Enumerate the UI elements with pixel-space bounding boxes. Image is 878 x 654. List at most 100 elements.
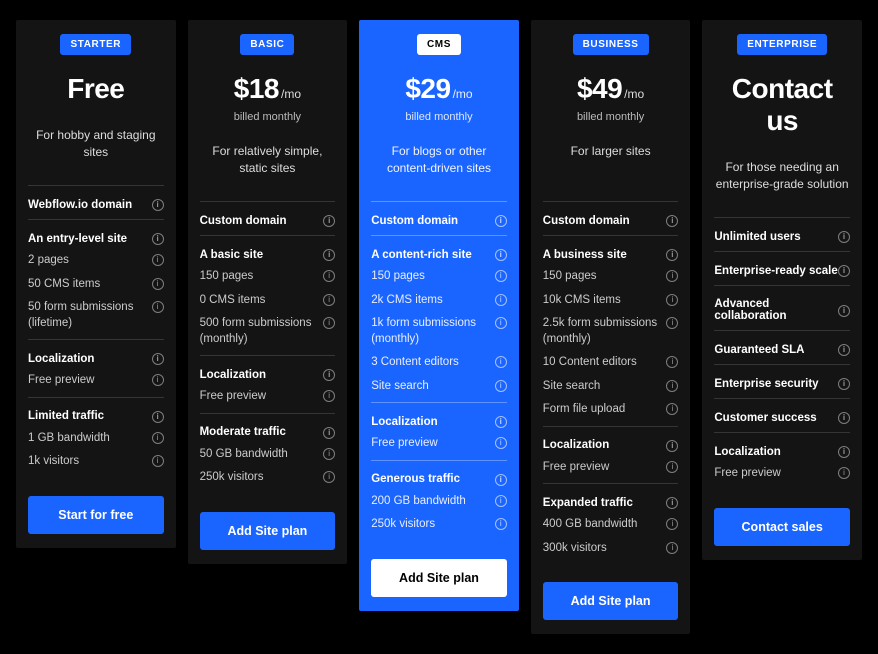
info-icon[interactable]: i xyxy=(666,380,678,392)
feature-group-title-text: Expanded traffic xyxy=(543,497,633,509)
info-icon[interactable]: i xyxy=(666,542,678,554)
feature-group-title: Localizationi xyxy=(371,411,507,432)
plan-badge: CMS xyxy=(417,34,461,55)
plan-card-cms: CMS$29/mobilled monthlyFor blogs or othe… xyxy=(359,20,519,611)
plan-price-line: Contact us xyxy=(714,73,850,137)
plan-badge: ENTERPRISE xyxy=(737,34,827,55)
feature-item: 250k visitorsi xyxy=(200,466,336,490)
feature-group-title-text: Webflow.io domain xyxy=(28,199,132,211)
plan-billed: billed monthly xyxy=(371,111,507,123)
info-icon[interactable]: i xyxy=(323,390,335,402)
info-icon[interactable]: i xyxy=(495,518,507,530)
feature-group-title: Localization i xyxy=(28,348,164,369)
info-icon[interactable]: i xyxy=(666,461,678,473)
info-icon[interactable]: i xyxy=(495,317,507,329)
feature-item-text: 150 pages xyxy=(371,269,425,285)
info-icon[interactable]: i xyxy=(152,432,164,444)
plan-price-line: Free xyxy=(28,73,164,105)
feature-group-title-text: Guaranteed SLA xyxy=(714,344,804,356)
feature-item: 200 GB bandwidthi xyxy=(371,490,507,514)
feature-group: LocalizationiFree previewi xyxy=(200,355,336,413)
info-icon[interactable]: i xyxy=(838,231,850,243)
feature-group-title-text: Localization xyxy=(200,369,266,381)
feature-group-title-text: Advanced collaboration xyxy=(714,298,838,322)
info-icon[interactable]: i xyxy=(495,416,507,428)
plan-cta-button[interactable]: Add Site plan xyxy=(200,512,336,550)
info-icon[interactable]: i xyxy=(152,455,164,467)
plan-cta-button[interactable]: Add Site plan xyxy=(371,559,507,597)
info-icon[interactable]: i xyxy=(495,380,507,392)
info-icon[interactable]: i xyxy=(323,448,335,460)
feature-group-title: Custom domaini xyxy=(371,210,507,231)
plan-per: /mo xyxy=(624,87,644,101)
info-icon[interactable]: i xyxy=(152,301,164,313)
feature-item: Free previewi xyxy=(28,369,164,393)
feature-group-title: Limited traffici xyxy=(28,406,164,427)
info-icon[interactable]: i xyxy=(323,270,335,282)
plan-per: /mo xyxy=(281,87,301,101)
feature-item: 400 GB bandwidthi xyxy=(543,513,679,537)
info-icon[interactable]: i xyxy=(666,294,678,306)
feature-item-text: 1k visitors xyxy=(28,454,79,470)
info-icon[interactable]: i xyxy=(495,215,507,227)
info-icon[interactable]: i xyxy=(495,495,507,507)
info-icon[interactable]: i xyxy=(323,427,335,439)
info-icon[interactable]: i xyxy=(152,233,164,245)
info-icon[interactable]: i xyxy=(495,270,507,282)
info-icon[interactable]: i xyxy=(152,374,164,386)
info-icon[interactable]: i xyxy=(666,440,678,452)
feature-item-text: 50 GB bandwidth xyxy=(200,447,288,463)
info-icon[interactable]: i xyxy=(495,474,507,486)
feature-group-title: Enterprise-ready scalei xyxy=(714,260,850,281)
feature-item: Free previewi xyxy=(543,456,679,480)
feature-group: Advanced collaborationi xyxy=(714,285,850,330)
plan-price-line: $49/mo xyxy=(543,73,679,105)
plan-cta-button[interactable]: Contact sales xyxy=(714,508,850,546)
info-icon[interactable]: i xyxy=(666,497,678,509)
info-icon[interactable]: i xyxy=(152,411,164,423)
info-icon[interactable]: i xyxy=(323,249,335,261)
feature-group-title-text: Custom domain xyxy=(200,215,287,227)
info-icon[interactable]: i xyxy=(666,317,678,329)
info-icon[interactable]: i xyxy=(838,265,850,277)
plan-badge: BUSINESS xyxy=(573,34,649,55)
info-icon[interactable]: i xyxy=(323,294,335,306)
info-icon[interactable]: i xyxy=(495,294,507,306)
info-icon[interactable]: i xyxy=(323,317,335,329)
info-icon[interactable]: i xyxy=(666,518,678,530)
info-icon[interactable]: i xyxy=(666,270,678,282)
plan-price: Free xyxy=(67,73,124,104)
info-icon[interactable]: i xyxy=(323,215,335,227)
info-icon[interactable]: i xyxy=(666,215,678,227)
info-icon[interactable]: i xyxy=(323,471,335,483)
info-icon[interactable]: i xyxy=(838,378,850,390)
info-icon[interactable]: i xyxy=(323,369,335,381)
info-icon[interactable]: i xyxy=(152,254,164,266)
info-icon[interactable]: i xyxy=(666,356,678,368)
feature-group-title-text: Localization xyxy=(28,353,94,365)
info-icon[interactable]: i xyxy=(666,249,678,261)
info-icon[interactable]: i xyxy=(495,356,507,368)
info-icon[interactable]: i xyxy=(838,344,850,356)
info-icon[interactable]: i xyxy=(495,437,507,449)
plan-cta-button[interactable]: Start for free xyxy=(28,496,164,534)
feature-group: LocalizationiFree previewi xyxy=(714,432,850,490)
feature-item-text: 250k visitors xyxy=(371,517,435,533)
plan-card-business: BUSINESS$49/mobilled monthlyFor larger s… xyxy=(531,20,691,634)
info-icon[interactable]: i xyxy=(666,403,678,415)
feature-group: Custom domaini xyxy=(543,201,679,235)
plan-card-starter: STARTERFreeFor hobby and staging sitesWe… xyxy=(16,20,176,548)
plan-cta-button[interactable]: Add Site plan xyxy=(543,582,679,620)
info-icon[interactable]: i xyxy=(495,249,507,261)
feature-group-title: A business site i xyxy=(543,244,679,265)
feature-group-title-text: A business site xyxy=(543,249,627,261)
info-icon[interactable]: i xyxy=(838,467,850,479)
info-icon[interactable]: i xyxy=(838,412,850,424)
feature-item-text: 150 pages xyxy=(543,269,597,285)
info-icon[interactable]: i xyxy=(152,278,164,290)
info-icon[interactable]: i xyxy=(152,353,164,365)
info-icon[interactable]: i xyxy=(838,446,850,458)
info-icon[interactable]: i xyxy=(838,305,850,317)
feature-item: 250k visitors i xyxy=(371,513,507,537)
info-icon[interactable]: i xyxy=(152,199,164,211)
